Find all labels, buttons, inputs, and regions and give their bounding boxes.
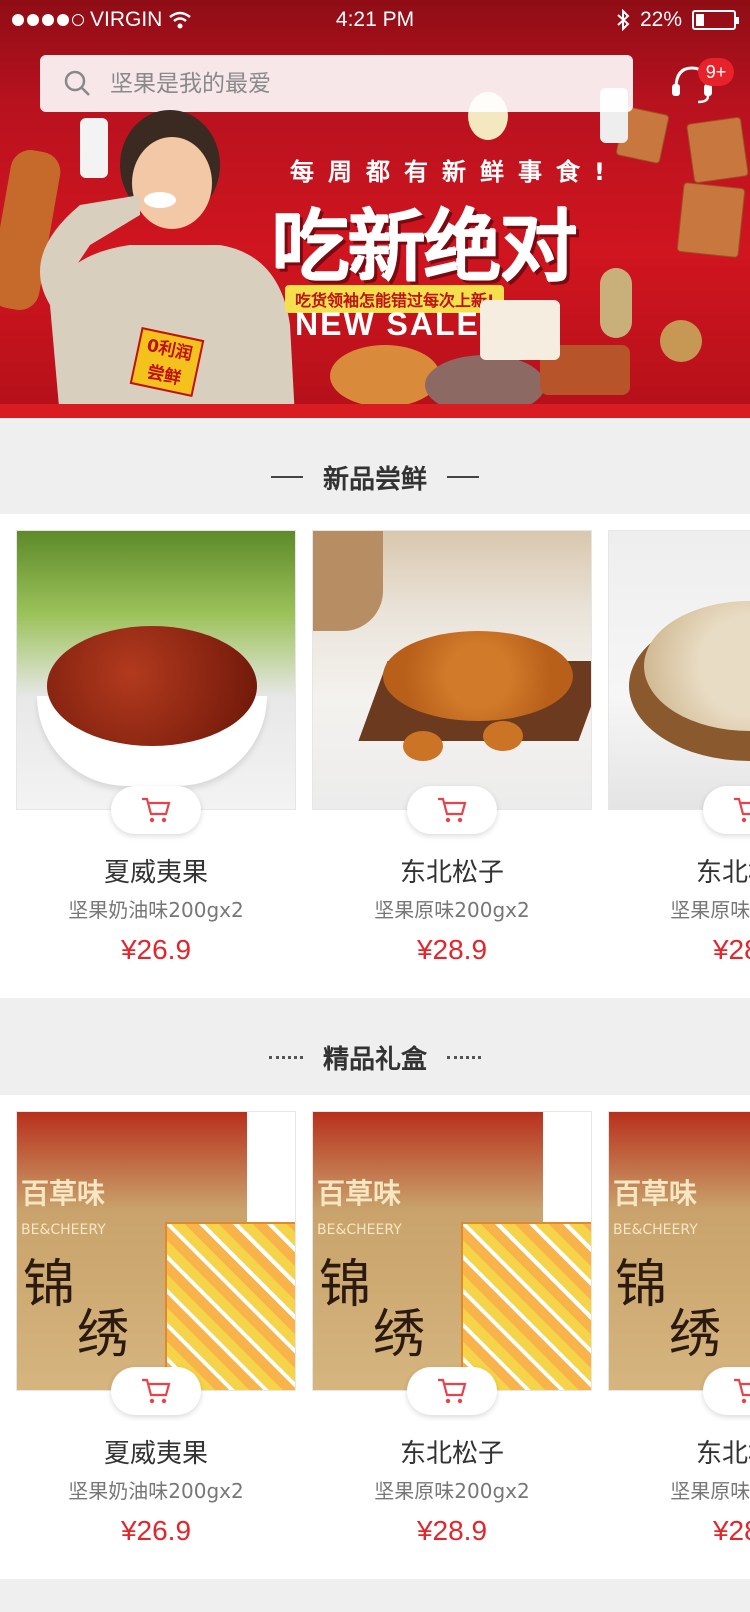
product-price: ¥26.9 xyxy=(120,1515,192,1546)
snack-decor xyxy=(676,181,746,259)
add-to-cart-button[interactable] xyxy=(111,1367,201,1415)
add-to-cart-button[interactable] xyxy=(703,1367,750,1415)
notification-badge: 9+ xyxy=(698,58,734,86)
section-header-new: 新品尝鲜 xyxy=(0,434,750,520)
product-name[interactable]: 东北松子 xyxy=(312,852,592,889)
product-card[interactable]: 东北松子 坚果原味200gx2 ¥28.9 xyxy=(608,530,750,965)
food-plate-decor xyxy=(330,345,440,407)
product-spec: 坚果原味200gx2 xyxy=(670,1479,750,1503)
product-name[interactable]: 夏威夷果 xyxy=(16,1433,296,1470)
product-spec: 坚果原味200gx2 xyxy=(670,898,750,922)
product-card[interactable]: 东北松子 坚果原味200gx2 ¥28.9 xyxy=(312,530,592,965)
product-price: ¥26.9 xyxy=(120,934,192,965)
product-card[interactable]: 夏威夷果 坚果奶油味200gx2 ¥26.9 xyxy=(16,530,296,965)
peanut-decor xyxy=(660,320,702,362)
product-spec: 坚果原味200gx2 xyxy=(374,898,530,922)
product-card[interactable]: 百草味 BE&CHEERY 锦 绣 东北松子 坚果原味200gx2 ¥28.9 xyxy=(312,1111,592,1546)
cart-icon xyxy=(734,797,750,823)
header-decor-line xyxy=(270,476,303,478)
battery-icon xyxy=(692,10,739,30)
search-input[interactable] xyxy=(110,70,590,97)
banner-sale: NEW SALE xyxy=(295,306,480,342)
product-row-new: 夏威夷果 坚果奶油味200gx2 ¥26.9 东北松子 坚果原味200gx2 ¥… xyxy=(0,514,750,998)
cart-icon xyxy=(438,797,467,823)
product-spec: 坚果奶油味200gx2 xyxy=(68,1479,244,1503)
product-image-pistachio[interactable] xyxy=(608,530,750,810)
app-home: VIRGIN 4:21 PM 22% 坚果是我的最爱 9+ 0利润尝鲜 每周都有… xyxy=(0,0,750,1612)
section-title: 精品礼盒 xyxy=(322,1044,427,1075)
battery-level xyxy=(696,14,704,26)
status-bar: VIRGIN 4:21 PM 22% xyxy=(0,0,750,40)
add-to-cart-button[interactable] xyxy=(703,786,750,834)
product-card[interactable]: 百草味 BE&CHEERY 锦 绣 夏威夷果 坚果奶油味200gx2 ¥26.9 xyxy=(16,1111,296,1546)
product-spec: 坚果原味200gx2 xyxy=(374,1479,530,1503)
product-name[interactable]: 东北松子 xyxy=(608,852,750,889)
product-name[interactable]: 夏威夷果 xyxy=(16,852,296,889)
peanut-decor xyxy=(600,268,632,338)
hero-banner[interactable]: VIRGIN 4:21 PM 22% 坚果是我的最爱 9+ 0利润尝鲜 每周都有… xyxy=(0,0,750,418)
search-icon xyxy=(64,70,90,96)
product-image-pine-nut[interactable] xyxy=(312,530,592,810)
product-price: ¥28.9 xyxy=(712,1515,750,1546)
add-to-cart-button[interactable] xyxy=(407,786,497,834)
product-name[interactable]: 东北松子 xyxy=(312,1433,592,1470)
bluetooth-icon xyxy=(617,9,630,31)
cart-icon xyxy=(438,1378,467,1404)
cart-icon xyxy=(142,797,171,823)
banner-headline: 吃新绝对 xyxy=(272,203,578,293)
product-price: ¥28.9 xyxy=(416,1515,488,1546)
add-to-cart-button[interactable] xyxy=(407,1367,497,1415)
product-image-gift-box[interactable]: 百草味 BE&CHEERY 锦 绣 xyxy=(608,1111,750,1391)
section-header-gift: 精品礼盒 xyxy=(0,1014,750,1100)
product-name[interactable]: 东北松子 xyxy=(608,1433,750,1470)
banner-tagline: 每周都有新鲜事食! xyxy=(290,158,619,186)
header-decor-dots xyxy=(268,1055,303,1059)
cart-icon xyxy=(734,1378,750,1404)
snack-decor xyxy=(686,116,749,184)
header-decor-dots xyxy=(447,1055,481,1059)
product-image-gift-box[interactable]: 百草味 BE&CHEERY 锦 绣 xyxy=(312,1111,592,1391)
product-price: ¥28.9 xyxy=(416,934,488,965)
product-spec: 坚果奶油味200gx2 xyxy=(68,898,244,922)
add-to-cart-button[interactable] xyxy=(111,786,201,834)
battery-percent: 22% xyxy=(639,8,682,31)
banner-stripe xyxy=(0,404,750,418)
search-bar[interactable] xyxy=(40,55,633,112)
product-image-gift-box[interactable]: 百草味 BE&CHEERY 锦 绣 xyxy=(16,1111,296,1391)
package-decor xyxy=(480,300,560,360)
cart-icon xyxy=(142,1378,171,1404)
product-row-gift: 百草味 BE&CHEERY 锦 绣 夏威夷果 坚果奶油味200gx2 ¥26.9… xyxy=(0,1095,750,1579)
section-title: 新品尝鲜 xyxy=(322,464,427,495)
product-image-pecan[interactable] xyxy=(16,530,296,810)
product-card[interactable]: 百草味 BE&CHEERY 锦 绣 东北松子 坚果原味200gx2 ¥28.9 xyxy=(608,1111,750,1546)
header-decor-line xyxy=(447,476,479,478)
product-price: ¥28.9 xyxy=(712,934,750,965)
status-right: 22% xyxy=(616,8,739,32)
